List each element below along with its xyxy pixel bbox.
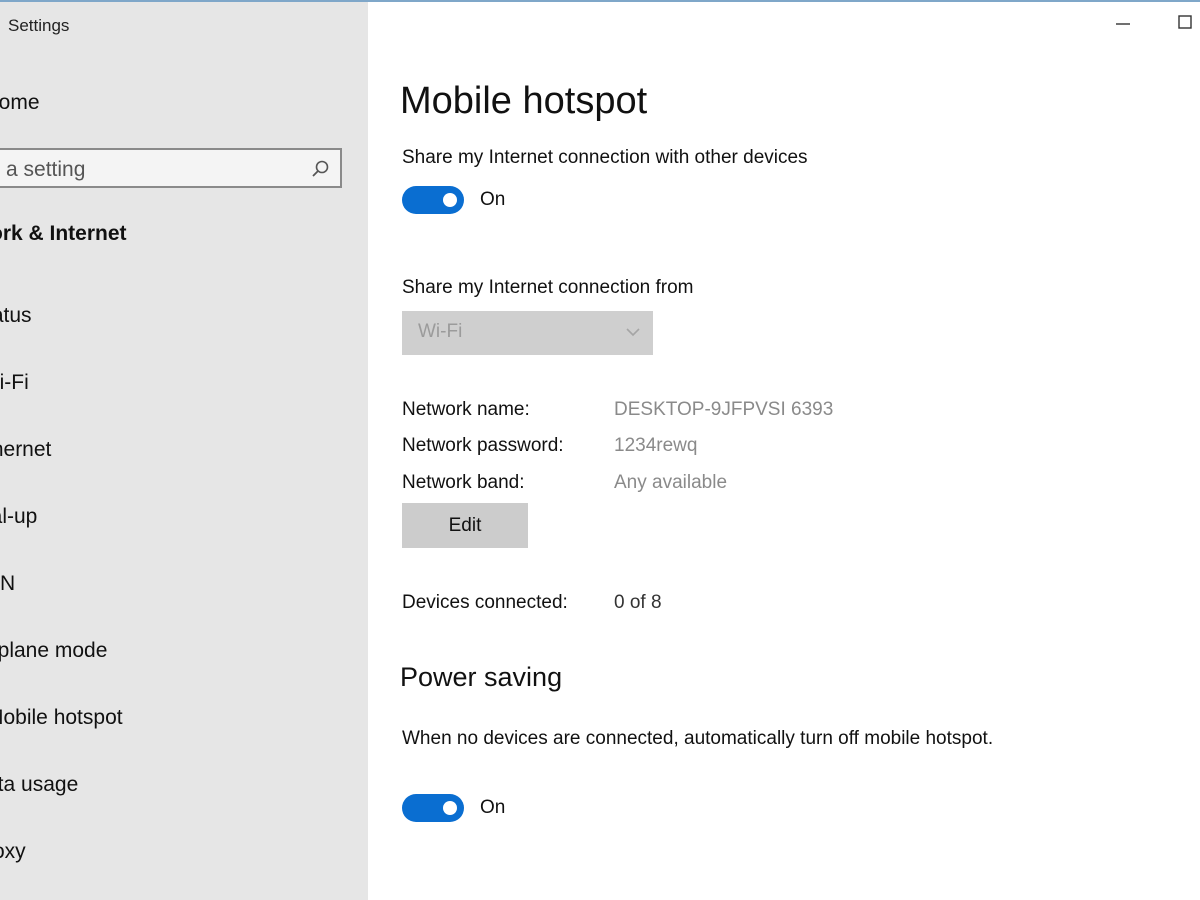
sidebar-item-data-usage[interactable]: ata usage (0, 773, 78, 797)
app-title: Settings (8, 16, 70, 35)
sidebar-item-airplane-mode[interactable]: irplane mode (0, 639, 107, 663)
network-password-label: Network password: (402, 435, 564, 456)
share-from-value: Wi-Fi (418, 321, 463, 342)
sidebar-item-proxy[interactable]: roxy (0, 840, 26, 864)
settings-window: Settings lome a setting ork & Internet t… (0, 0, 1200, 900)
sidebar-item-dial-up[interactable]: ial-up (0, 505, 37, 529)
page-title: Mobile hotspot (400, 80, 648, 122)
devices-connected-value: 0 of 8 (614, 592, 662, 613)
minimize-icon[interactable] (1114, 12, 1134, 32)
power-saving-toggle[interactable] (402, 794, 464, 822)
share-connection-toggle-state: On (480, 189, 506, 210)
share-connection-label: Share my Internet connection with other … (402, 147, 808, 168)
network-name-value: DESKTOP-9JFPVSI 6393 (614, 399, 834, 420)
network-band-label: Network band: (402, 472, 525, 493)
search-placeholder: a setting (6, 158, 86, 181)
network-password-value: 1234rewq (614, 435, 698, 456)
power-saving-description: When no devices are connected, automatic… (402, 728, 994, 749)
edit-button[interactable]: Edit (402, 503, 528, 548)
devices-connected-label: Devices connected: (402, 592, 568, 613)
sidebar-item-vpn[interactable]: PN (0, 572, 15, 596)
chevron-down-icon (626, 328, 640, 337)
network-band-value: Any available (614, 472, 728, 493)
toggle-knob (443, 193, 457, 207)
share-from-dropdown[interactable]: Wi-Fi (402, 311, 653, 355)
network-name-label: Network name: (402, 399, 530, 420)
power-saving-heading: Power saving (400, 662, 563, 692)
share-from-label: Share my Internet connection from (402, 277, 694, 298)
sidebar-section-title: ork & Internet (0, 222, 127, 245)
sidebar-home[interactable]: lome (0, 91, 40, 115)
maximize-icon[interactable] (1176, 12, 1196, 32)
search-input[interactable]: a setting (0, 148, 342, 188)
share-connection-toggle[interactable] (402, 186, 464, 214)
search-icon[interactable] (310, 159, 330, 179)
sidebar-item-status[interactable]: tatus (0, 304, 32, 328)
sidebar: Settings lome a setting ork & Internet t… (0, 2, 368, 900)
sidebar-item-mobile-hotspot[interactable]: Mobile hotspot (0, 706, 123, 730)
sidebar-item-ethernet[interactable]: thernet (0, 438, 51, 462)
toggle-knob (443, 801, 457, 815)
sidebar-item-wifi[interactable]: Vi-Fi (0, 371, 29, 395)
power-saving-toggle-state: On (480, 797, 506, 818)
